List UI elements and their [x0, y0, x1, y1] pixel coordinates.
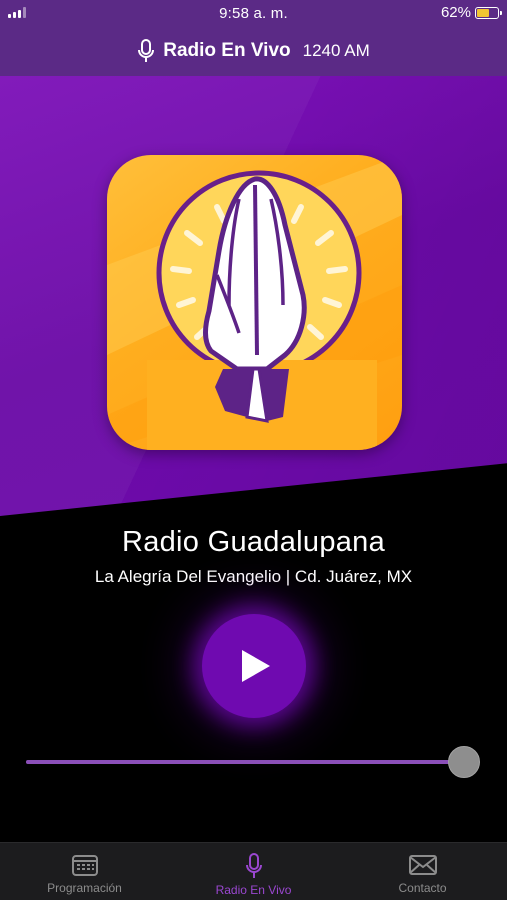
tab-radio-en-vivo[interactable]: Radio En Vivo	[169, 843, 338, 900]
header: Radio En Vivo 1240 AM	[0, 26, 507, 76]
microphone-icon	[137, 39, 155, 63]
status-right: 62%	[440, 4, 502, 21]
tab-programacion[interactable]: Programación	[0, 843, 169, 900]
volume-slider-thumb[interactable]	[447, 746, 480, 778]
station-name: Radio Guadalupana	[121, 526, 386, 558]
status-time: 9:58 a. m.	[219, 4, 288, 22]
battery-fill	[477, 8, 490, 17]
station-tagline: La Alegría Del Evangelio | Cd. Juárez, M…	[94, 567, 413, 586]
play-button[interactable]	[202, 614, 306, 718]
play-icon	[242, 650, 270, 682]
signal-icon	[8, 7, 26, 18]
battery-icon	[475, 6, 502, 19]
tab-label: Radio En Vivo	[215, 883, 292, 897]
tab-label: Contacto	[398, 881, 447, 895]
tab-bar: Programación Radio En Vivo Contacto	[0, 842, 507, 900]
tab-contacto[interactable]: Contacto	[338, 843, 507, 900]
header-title: Radio En Vivo	[163, 40, 291, 61]
envelope-icon	[408, 855, 437, 875]
microphone-icon	[245, 853, 262, 878]
header-frequency: 1240 AM	[302, 41, 370, 60]
status-bar: 9:58 a. m. 62%	[0, 0, 507, 26]
volume-fill	[26, 760, 464, 764]
battery-percent: 62%	[440, 4, 471, 21]
praying-hands-icon	[107, 155, 402, 450]
tab-label: Programación	[47, 881, 122, 895]
calendar-icon	[71, 855, 98, 876]
volume-slider[interactable]	[26, 760, 468, 764]
station-logo	[107, 155, 402, 450]
